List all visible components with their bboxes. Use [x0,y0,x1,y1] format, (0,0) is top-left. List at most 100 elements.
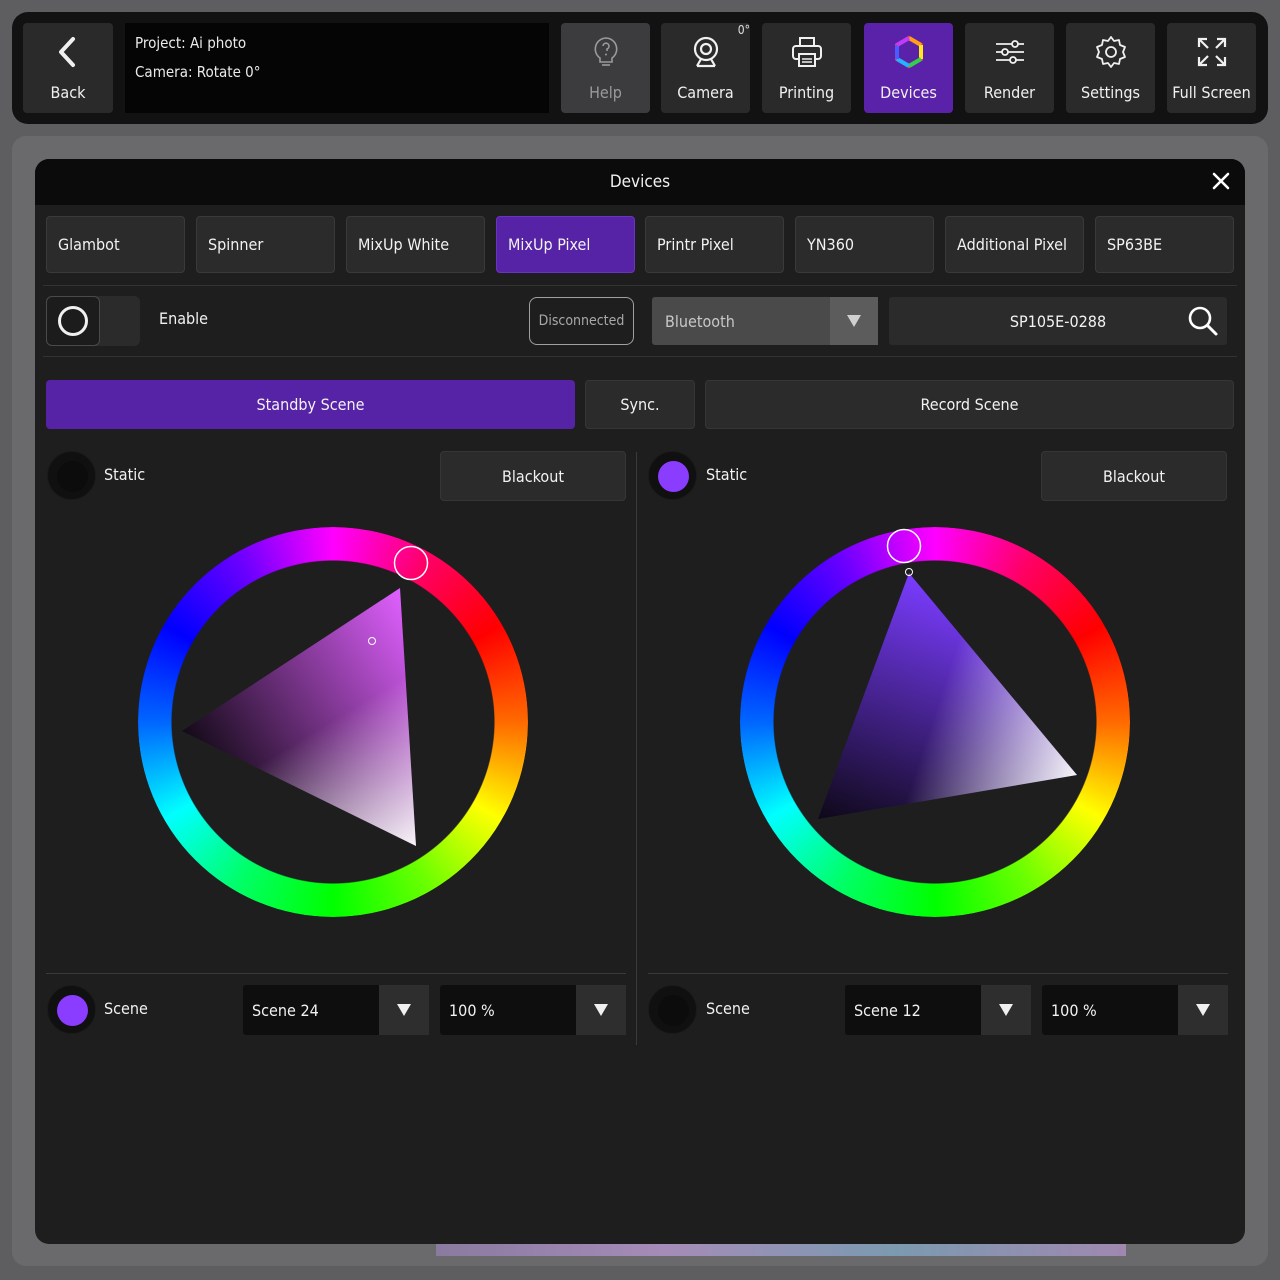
tab-glambot[interactable]: Glambot [46,216,185,273]
divider [46,973,626,974]
lightbulb-question-icon [594,37,617,66]
modal-title: Devices [609,172,671,192]
gear-icon [1095,36,1126,68]
project-line: Project: Ai photo [135,34,247,52]
record-static-label: Static [706,465,748,484]
record-static-swatch[interactable] [648,451,697,500]
tab-mixup-pixel[interactable]: MixUp Pixel [496,216,635,273]
printing-label: Printing [778,83,835,102]
devices-modal: Devices Glambot Spinner MixUp White MixU… [35,159,1245,1244]
device-id-field[interactable]: SP105E-0288 [889,297,1227,345]
chevron-left-icon [59,37,75,67]
status-badge: Disconnected [529,297,634,345]
modal-header: Devices [35,159,1245,205]
tab-mixup-white[interactable]: MixUp White [346,216,485,273]
tab-spinner[interactable]: Spinner [196,216,335,273]
settings-button[interactable]: Settings [1066,23,1155,113]
tab-label: MixUp Pixel [508,235,591,254]
standby-scene-swatch[interactable] [47,985,96,1034]
divider [648,973,1228,974]
hexagon-rainbow-icon [894,35,923,69]
swatch-fill [658,461,689,492]
select-value: 100 % [449,1000,495,1020]
standby-brightness-select[interactable]: 100 % [440,985,626,1035]
sync-button[interactable]: Sync. [585,380,695,429]
camera-label: Camera [677,83,734,102]
tab-label: Spinner [208,235,264,254]
tab-label: Glambot [58,235,120,254]
standby-scene-select[interactable]: Scene 24 [243,985,429,1035]
sliders-icon [995,40,1024,64]
back-button[interactable]: Back [23,23,113,113]
tab-label: SP63BE [1107,235,1163,254]
printer-icon [791,37,822,67]
standby-scene-label: Scene [104,999,148,1018]
project-info: Project: Ai photo Camera: Rotate 0° [125,23,549,113]
render-label: Render [983,83,1036,102]
chevron-down-icon [1178,985,1228,1035]
blackout-label: Blackout [502,466,564,486]
help-label: Help [589,83,622,102]
help-button[interactable]: Help [561,23,650,113]
camera-button[interactable]: 0° Camera [661,23,750,113]
chevron-down-icon [830,297,878,345]
toggle-knob [46,296,100,346]
sync-label: Sync. [620,395,660,414]
swatch-fill [57,461,88,492]
tab-label: Additional Pixel [957,235,1068,254]
back-label: Back [50,83,86,102]
device-id-value: SP105E-0288 [1009,311,1107,331]
enable-label: Enable [159,309,209,328]
standby-static-swatch[interactable] [47,451,96,500]
chevron-down-icon [576,985,626,1035]
render-button[interactable]: Render [965,23,1054,113]
blackout-label: Blackout [1103,466,1165,486]
tab-yn360[interactable]: YN360 [795,216,934,273]
connection-select[interactable]: Bluetooth [652,297,878,345]
tab-standby-scene[interactable]: Standby Scene [46,380,575,429]
standby-color-wheel[interactable] [138,527,528,917]
tab-label: Printr Pixel [657,235,734,254]
devices-button[interactable]: Devices [864,23,953,113]
fullscreen-label: Full Screen [1172,83,1251,102]
webcam-icon [693,36,718,68]
select-value: Scene 12 [854,1000,921,1020]
record-scene-swatch[interactable] [648,985,697,1034]
settings-label: Settings [1080,83,1141,102]
panel-divider [636,452,637,1045]
top-toolbar: Back Project: Ai photo Camera: Rotate 0°… [12,12,1268,124]
search-icon[interactable] [1187,305,1219,337]
expand-arrows-icon [1197,37,1226,67]
chevron-down-icon [981,985,1031,1035]
record-blackout-button[interactable]: Blackout [1041,451,1227,501]
tab-printr-pixel[interactable]: Printr Pixel [645,216,784,273]
select-value: 100 % [1051,1000,1097,1020]
record-color-wheel[interactable] [740,527,1130,917]
divider [43,356,1237,357]
camera-line: Camera: Rotate 0° [135,63,261,81]
tab-label: Standby Scene [256,395,365,414]
tab-sp63be[interactable]: SP63BE [1095,216,1234,273]
divider [43,285,1237,286]
tab-record-scene[interactable]: Record Scene [705,380,1234,429]
connection-select-value: Bluetooth [665,311,735,331]
record-scene-select[interactable]: Scene 12 [845,985,1031,1035]
fullscreen-button[interactable]: Full Screen [1167,23,1256,113]
tab-label: MixUp White [358,235,450,254]
standby-static-label: Static [104,465,146,484]
printing-button[interactable]: Printing [762,23,851,113]
swatch-fill [57,995,88,1026]
record-scene-label: Scene [706,999,750,1018]
chevron-down-icon [379,985,429,1035]
close-icon[interactable] [1211,171,1231,191]
select-value: Scene 24 [252,1000,319,1020]
tab-label: Record Scene [920,395,1019,414]
camera-rotation-badge: 0° [737,23,750,37]
standby-blackout-button[interactable]: Blackout [440,451,626,501]
tab-additional-pixel[interactable]: Additional Pixel [945,216,1084,273]
swatch-fill [658,995,689,1026]
enable-toggle[interactable] [46,296,140,346]
record-brightness-select[interactable]: 100 % [1042,985,1228,1035]
tab-label: YN360 [807,235,855,254]
devices-label: Devices [880,83,937,102]
